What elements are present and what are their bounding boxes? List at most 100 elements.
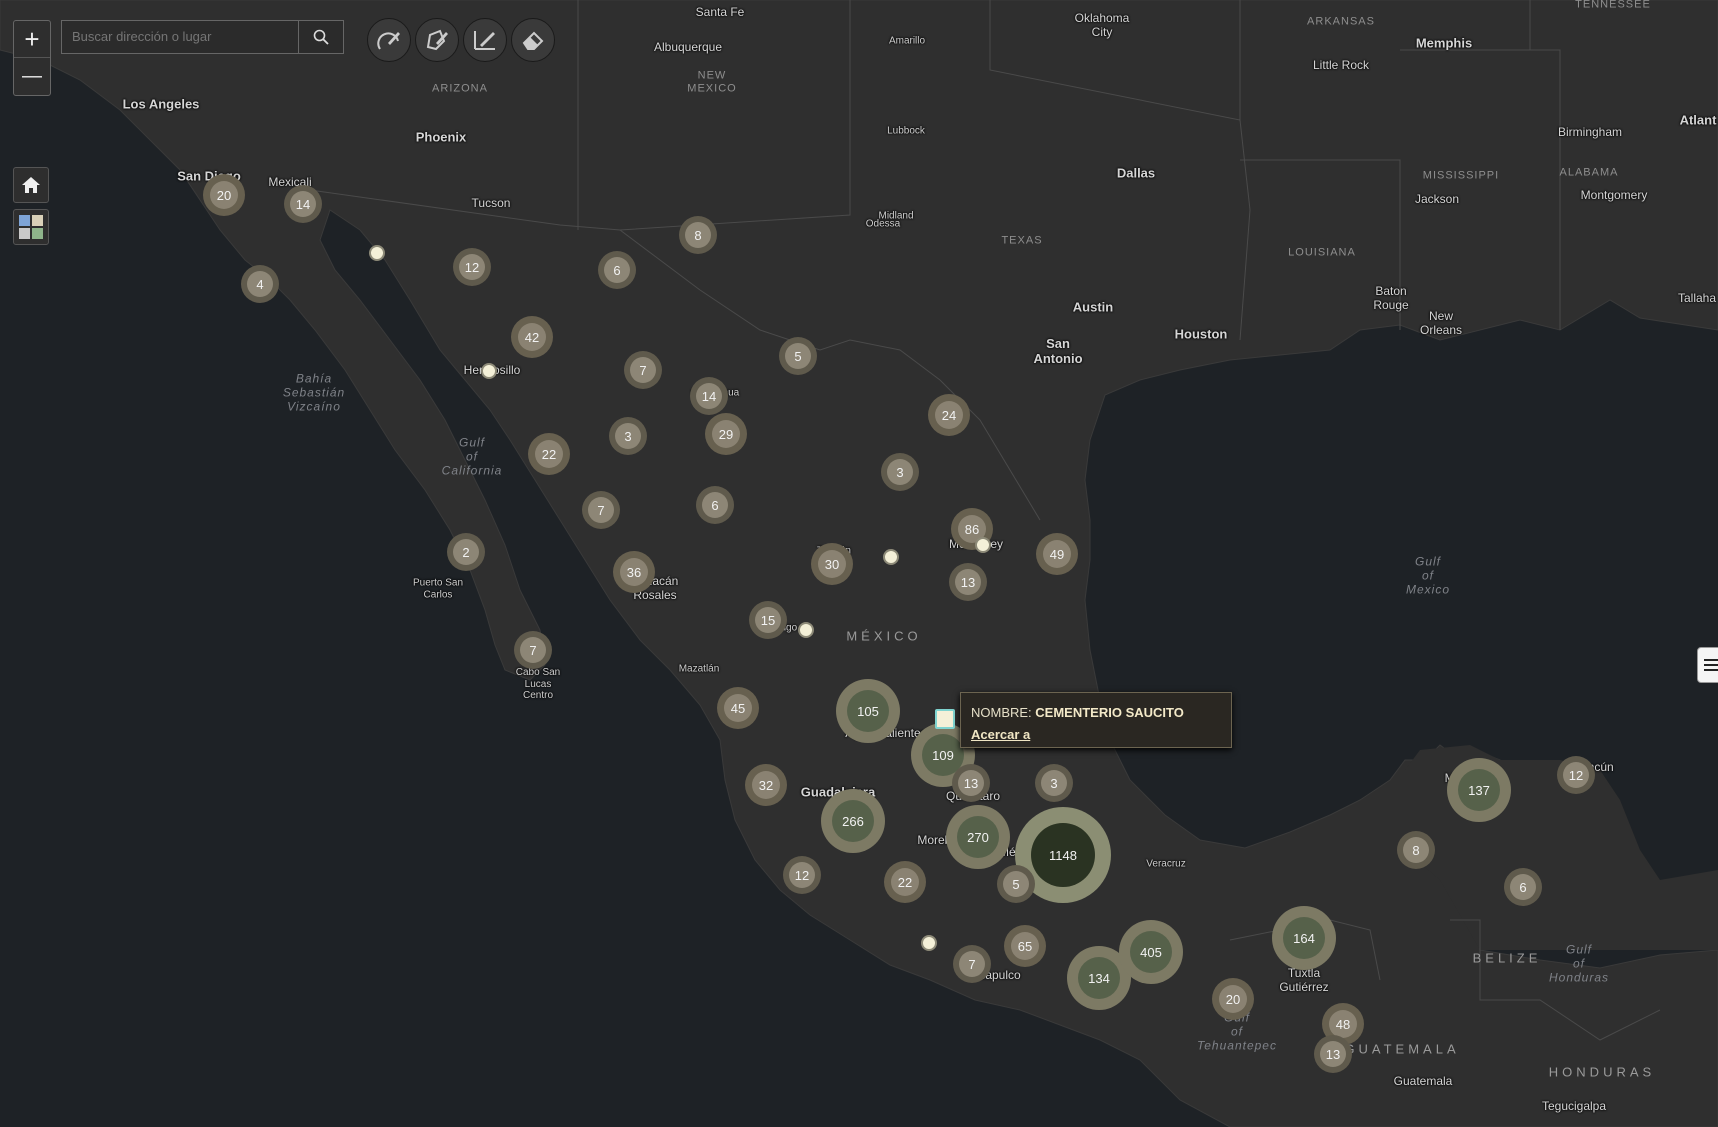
- cluster-count: 65: [1011, 932, 1039, 960]
- cluster-marker[interactable]: 137: [1447, 758, 1511, 822]
- cluster-count: 134: [1078, 957, 1120, 999]
- draw-point-button[interactable]: [367, 18, 411, 62]
- cluster-count: 2: [453, 539, 479, 565]
- cluster-marker[interactable]: 7: [624, 351, 662, 389]
- cluster-marker[interactable]: 405: [1119, 920, 1183, 984]
- cluster-count: 20: [210, 181, 238, 209]
- point-marker[interactable]: [921, 935, 937, 951]
- cluster-marker[interactable]: 8: [679, 216, 717, 254]
- draw-polygon-button[interactable]: [415, 18, 459, 62]
- cluster-marker[interactable]: 266: [821, 789, 885, 853]
- point-marker[interactable]: [883, 549, 899, 565]
- point-marker[interactable]: [798, 622, 814, 638]
- cluster-count: 13: [1320, 1041, 1346, 1067]
- basemap[interactable]: [0, 0, 1718, 1127]
- cluster-marker[interactable]: 14: [690, 377, 728, 415]
- cluster-marker[interactable]: 22: [884, 861, 926, 903]
- cluster-count: 12: [459, 254, 485, 280]
- cluster-count: 22: [535, 440, 563, 468]
- cluster-count: 7: [959, 951, 985, 977]
- cluster-marker[interactable]: 5: [997, 865, 1035, 903]
- cluster-marker[interactable]: 45: [717, 687, 759, 729]
- draw-line-button[interactable]: [463, 18, 507, 62]
- cluster-count: 32: [752, 771, 780, 799]
- cluster-count: 5: [785, 343, 811, 369]
- cluster-marker[interactable]: 29: [705, 413, 747, 455]
- cluster-count: 6: [702, 492, 728, 518]
- popup-field-label: NOMBRE:: [971, 705, 1032, 720]
- cluster-marker[interactable]: 49: [1036, 533, 1078, 575]
- cluster-marker[interactable]: 8: [1397, 831, 1435, 869]
- point-marker[interactable]: [481, 363, 497, 379]
- cluster-marker[interactable]: 6: [696, 486, 734, 524]
- cluster-marker[interactable]: 270: [946, 805, 1010, 869]
- search-button[interactable]: [298, 21, 343, 53]
- cluster-marker[interactable]: 65: [1004, 925, 1046, 967]
- cluster-count: 3: [1041, 770, 1067, 796]
- zoom-control: + —: [13, 20, 51, 96]
- home-button[interactable]: [13, 167, 49, 203]
- cluster-marker[interactable]: 7: [514, 631, 552, 669]
- cluster-count: 8: [685, 222, 711, 248]
- cluster-marker[interactable]: 7: [582, 491, 620, 529]
- point-marker[interactable]: [975, 537, 991, 553]
- cluster-marker[interactable]: 164: [1272, 906, 1336, 970]
- cluster-marker[interactable]: 12: [783, 856, 821, 894]
- cluster-marker[interactable]: 20: [1212, 978, 1254, 1020]
- selected-point-marker[interactable]: [935, 709, 955, 729]
- popup-field-value: CEMENTERIO SAUCITO: [1035, 705, 1184, 720]
- cluster-count: 137: [1458, 769, 1500, 811]
- cluster-marker[interactable]: 42: [511, 316, 553, 358]
- cluster-count: 6: [1510, 874, 1536, 900]
- cluster-marker[interactable]: 20: [203, 174, 245, 216]
- search-input[interactable]: [62, 21, 294, 51]
- cluster-count: 5: [1003, 871, 1029, 897]
- cluster-marker[interactable]: 30: [811, 543, 853, 585]
- cluster-count: 7: [520, 637, 546, 663]
- side-panel-toggle[interactable]: [1697, 647, 1718, 683]
- draw-polygon-icon: [426, 29, 448, 51]
- cluster-marker[interactable]: 6: [598, 251, 636, 289]
- cluster-count: 1148: [1031, 823, 1095, 887]
- cluster-marker[interactable]: 3: [881, 453, 919, 491]
- cluster-count: 48: [1329, 1010, 1357, 1038]
- feature-popup: NOMBRE: CEMENTERIO SAUCITO Acercar a: [960, 692, 1232, 748]
- cluster-marker[interactable]: 5: [779, 337, 817, 375]
- cluster-count: 12: [789, 862, 815, 888]
- cluster-marker[interactable]: 7: [953, 945, 991, 983]
- cluster-count: 29: [712, 420, 740, 448]
- cluster-marker[interactable]: 12: [453, 248, 491, 286]
- cluster-marker[interactable]: 105: [836, 679, 900, 743]
- cluster-count: 4: [247, 271, 273, 297]
- cluster-marker[interactable]: 3: [609, 417, 647, 455]
- cluster-marker[interactable]: 32: [745, 764, 787, 806]
- cluster-marker[interactable]: 36: [613, 551, 655, 593]
- list-icon: [1704, 659, 1718, 671]
- cluster-marker[interactable]: 6: [1504, 868, 1542, 906]
- zoom-in-button[interactable]: +: [14, 21, 50, 58]
- basemap-gallery-icon: [19, 215, 43, 239]
- cluster-count: 266: [832, 800, 874, 842]
- eraser-button[interactable]: [511, 18, 555, 62]
- cluster-marker[interactable]: 13: [952, 764, 990, 802]
- draw-point-icon: [377, 32, 400, 50]
- cluster-marker[interactable]: 4: [241, 265, 279, 303]
- cluster-marker[interactable]: 13: [1314, 1035, 1352, 1073]
- zoom-out-button[interactable]: —: [14, 58, 50, 94]
- cluster-marker[interactable]: 12: [1557, 756, 1595, 794]
- search-icon: [313, 29, 329, 45]
- point-marker[interactable]: [369, 245, 385, 261]
- cluster-marker[interactable]: 3: [1035, 764, 1073, 802]
- cluster-count: 36: [620, 558, 648, 586]
- zoom-to-link[interactable]: Acercar a: [971, 727, 1030, 742]
- cluster-marker[interactable]: 14: [284, 185, 322, 223]
- cluster-count: 42: [518, 323, 546, 351]
- cluster-marker[interactable]: 22: [528, 433, 570, 475]
- cluster-marker[interactable]: 24: [928, 394, 970, 436]
- cluster-count: 13: [955, 569, 981, 595]
- cluster-marker[interactable]: 15: [749, 601, 787, 639]
- cluster-marker[interactable]: 13: [949, 563, 987, 601]
- cluster-marker[interactable]: 2: [447, 533, 485, 571]
- basemap-gallery-button[interactable]: [13, 209, 49, 245]
- cluster-count: 20: [1219, 985, 1247, 1013]
